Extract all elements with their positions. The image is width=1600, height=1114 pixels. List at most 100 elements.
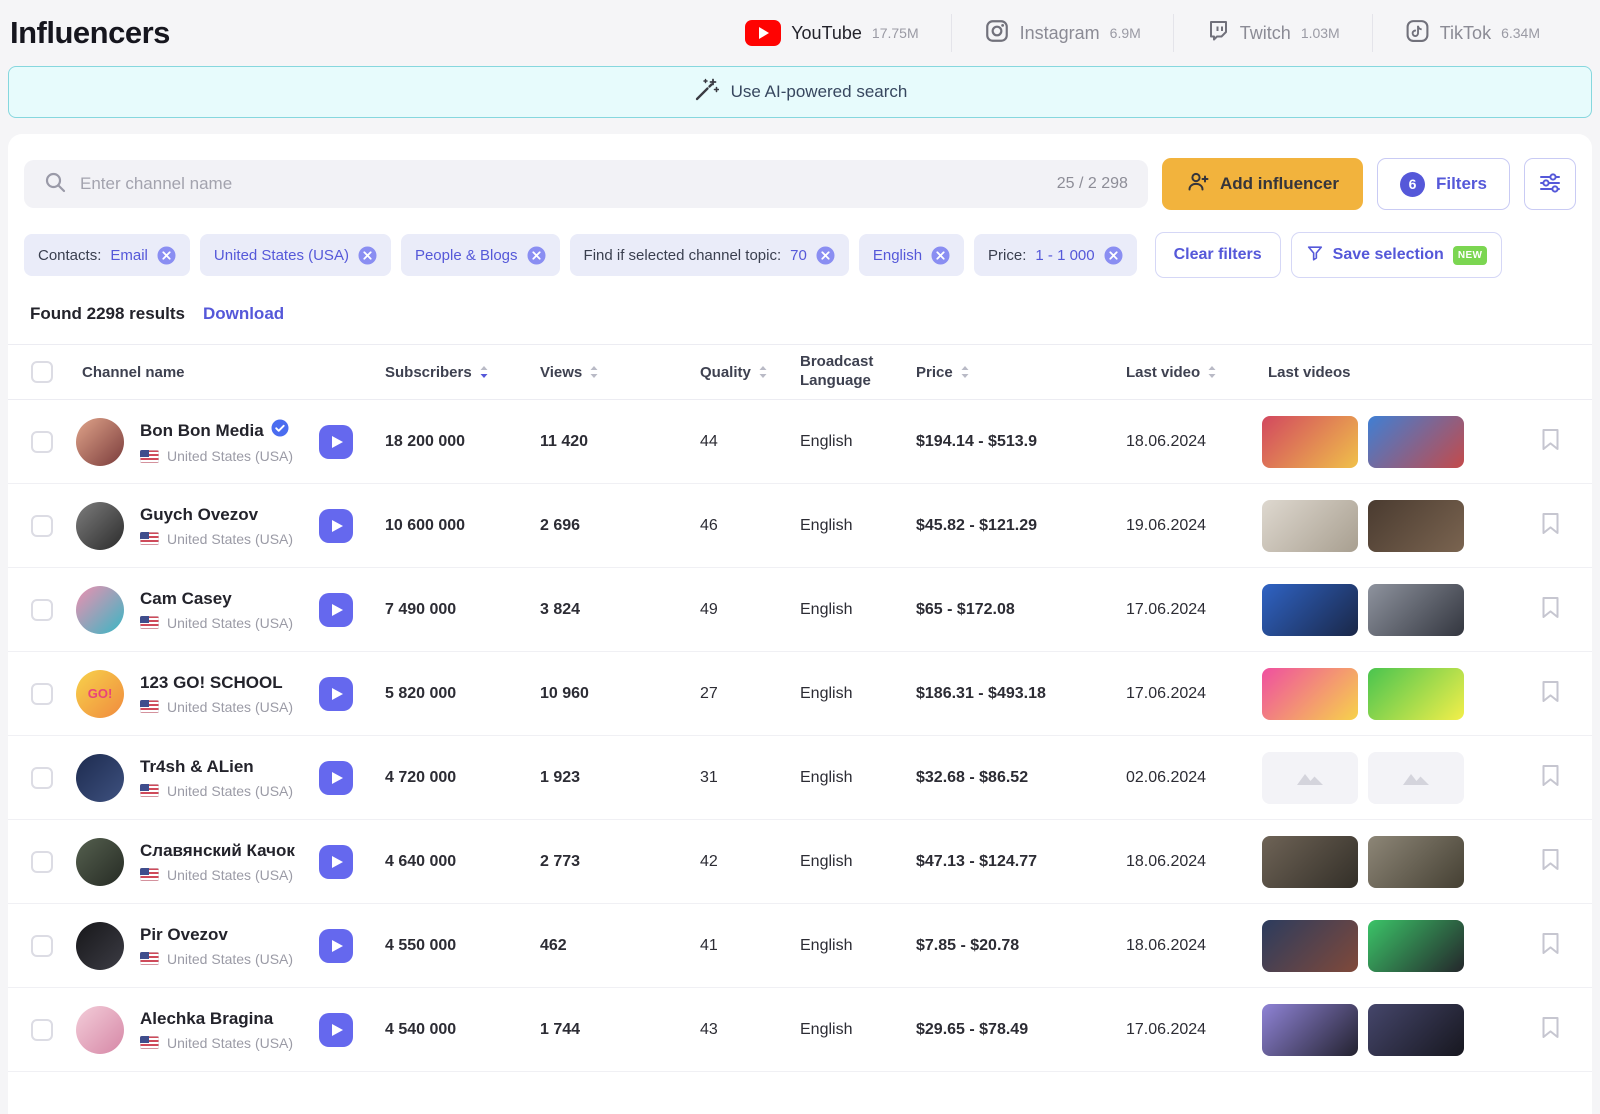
column-header-subscribers[interactable]: Subscribers [379,364,534,381]
remove-filter-icon[interactable] [527,246,546,265]
row-checkbox[interactable] [31,767,53,789]
video-thumbnail[interactable] [1368,752,1464,804]
video-thumbnail[interactable] [1368,1004,1464,1056]
bookmark-icon[interactable] [1541,848,1560,876]
table-row[interactable]: GO! 123 GO! SCHOOL United States (USA) 5… [8,652,1592,736]
bookmark-icon[interactable] [1541,764,1560,792]
search-icon [44,171,66,198]
channel-name[interactable]: Bon Bon Media [140,421,264,441]
us-flag-icon [140,700,159,713]
channel-name[interactable]: Pir Ovezov [140,925,228,945]
youtube-channel-link-icon[interactable] [319,425,353,459]
select-all-checkbox[interactable] [31,361,53,383]
row-checkbox[interactable] [31,683,53,705]
table-row[interactable]: Alechka Bragina United States (USA) 4 54… [8,988,1592,1072]
bookmark-icon[interactable] [1541,1016,1560,1044]
row-checkbox[interactable] [31,935,53,957]
bookmark-icon[interactable] [1541,932,1560,960]
bookmark-icon[interactable] [1541,680,1560,708]
platform-count: 1.03M [1301,25,1340,41]
magic-wand-icon [693,77,719,108]
price-value: $186.31 - $493.18 [910,685,1120,703]
channel-name[interactable]: Славянский Качок [140,841,295,861]
youtube-channel-link-icon[interactable] [319,593,353,627]
row-checkbox[interactable] [31,599,53,621]
sort-icon [589,365,599,379]
channel-name[interactable]: Cam Casey [140,589,232,609]
table-row[interactable]: Bon Bon Media United States (USA) 18 200… [8,400,1592,484]
table-row[interactable]: Tr4sh & ALien United States (USA) 4 720 … [8,736,1592,820]
channel-name[interactable]: Guych Ovezov [140,505,258,525]
video-thumbnail[interactable] [1262,752,1358,804]
remove-filter-icon[interactable] [816,246,835,265]
column-header-last-video[interactable]: Last video [1120,364,1262,381]
platform-tab-tiktok[interactable]: TikTok 6.34M [1373,18,1572,49]
bookmark-icon[interactable] [1541,596,1560,624]
channel-name[interactable]: Alechka Bragina [140,1009,273,1029]
youtube-channel-link-icon[interactable] [319,1013,353,1047]
platform-tab-instagram[interactable]: Instagram 6.9M [952,18,1173,49]
video-thumbnail[interactable] [1262,836,1358,888]
bookmark-icon[interactable] [1541,428,1560,456]
ai-search-banner[interactable]: Use AI-powered search [8,66,1592,118]
channel-country: United States (USA) [167,448,293,464]
save-selection-button[interactable]: Save selection NEW [1291,232,1503,278]
table-header: Channel name Subscribers Views Quality B… [8,344,1592,400]
platform-label: Twitch [1240,23,1291,44]
search-input[interactable] [80,174,1043,194]
column-header-quality[interactable]: Quality [694,364,794,381]
channel-name[interactable]: Tr4sh & ALien [140,757,254,777]
channel-country: United States (USA) [167,783,293,799]
video-thumbnail[interactable] [1368,584,1464,636]
filters-button[interactable]: 6 Filters [1377,158,1510,210]
table-body: Bon Bon Media United States (USA) 18 200… [8,400,1592,1072]
video-thumbnail[interactable] [1262,1004,1358,1056]
youtube-channel-link-icon[interactable] [319,761,353,795]
row-checkbox[interactable] [31,851,53,873]
table-row[interactable]: Pir Ovezov United States (USA) 4 550 000… [8,904,1592,988]
channel-search: 25 / 2 298 [24,160,1148,208]
download-link[interactable]: Download [203,304,284,324]
remove-filter-icon[interactable] [358,246,377,265]
youtube-channel-link-icon[interactable] [319,509,353,543]
video-thumbnail[interactable] [1368,836,1464,888]
video-thumbnail[interactable] [1368,668,1464,720]
column-header-price[interactable]: Price [910,364,1120,381]
sliders-icon [1538,171,1562,198]
filter-settings-button[interactable] [1524,158,1576,210]
clear-filters-button[interactable]: Clear filters [1155,232,1281,278]
column-label: Subscribers [385,364,472,381]
video-thumbnail[interactable] [1262,584,1358,636]
video-thumbnail[interactable] [1368,920,1464,972]
platform-tab-youtube[interactable]: YouTube 17.75M [713,20,950,46]
broadcast-language-value: English [794,1021,910,1039]
bookmark-icon[interactable] [1541,512,1560,540]
video-thumbnail[interactable] [1262,416,1358,468]
channel-name[interactable]: 123 GO! SCHOOL [140,673,283,693]
remove-filter-icon[interactable] [931,246,950,265]
youtube-channel-link-icon[interactable] [319,845,353,879]
row-checkbox[interactable] [31,1019,53,1041]
video-thumbnail[interactable] [1368,416,1464,468]
add-influencer-button[interactable]: Add influencer [1162,158,1363,210]
table-row[interactable]: Славянский Качок United States (USA) 4 6… [8,820,1592,904]
row-checkbox[interactable] [31,515,53,537]
platform-tab-twitch[interactable]: Twitch 1.03M [1174,18,1372,49]
video-thumbnail[interactable] [1262,500,1358,552]
column-header-views[interactable]: Views [534,364,694,381]
video-thumbnail[interactable] [1262,668,1358,720]
youtube-channel-link-icon[interactable] [319,677,353,711]
youtube-channel-link-icon[interactable] [319,929,353,963]
platform-count: 6.34M [1501,25,1540,41]
video-thumbnail[interactable] [1368,500,1464,552]
table-row[interactable]: Cam Casey United States (USA) 7 490 000 … [8,568,1592,652]
channel-info: 123 GO! SCHOOL United States (USA) [140,673,293,715]
remove-filter-icon[interactable] [157,246,176,265]
video-thumbnail[interactable] [1262,920,1358,972]
column-header-broadcast-language: Broadcast Language [794,353,890,391]
table-row[interactable]: Guych Ovezov United States (USA) 10 600 … [8,484,1592,568]
channel-avatar [76,586,124,634]
row-checkbox[interactable] [31,431,53,453]
last-video-date: 02.06.2024 [1120,769,1262,787]
remove-filter-icon[interactable] [1104,246,1123,265]
